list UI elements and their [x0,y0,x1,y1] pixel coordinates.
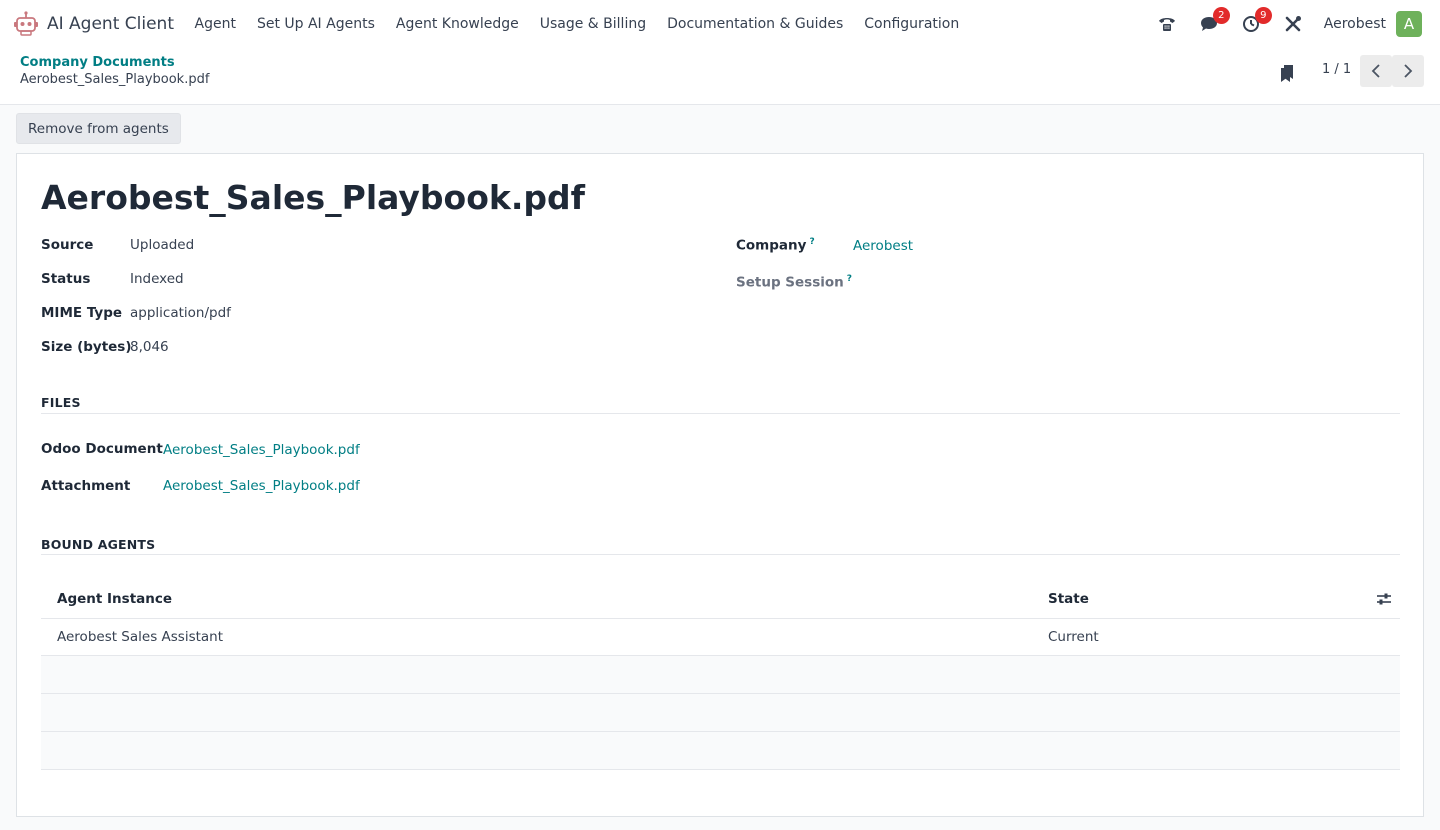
state-cell: Current [1048,629,1099,645]
pager-next-button[interactable] [1392,55,1424,87]
agent-instance-cell: Aerobest Sales Assistant [57,629,224,645]
odoo-document-label: Odoo Document [41,441,163,457]
bound-agents-section-title: BOUND AGENTS [41,537,156,552]
source-label: Source [41,237,94,253]
attachment-label: Attachment [41,478,131,494]
menu-item-documentation-guides[interactable]: Documentation & Guides [657,16,854,32]
top-navbar: AI Agent Client Agent Set Up AI Agents A… [0,0,1440,48]
pager-previous-button[interactable] [1360,55,1392,87]
record-title: Aerobest_Sales_Playbook.pdf [41,178,585,217]
column-header-agent-instance[interactable]: Agent Instance [57,591,172,607]
company-help-tooltip[interactable]: ? [809,237,814,247]
messages-count-badge: 2 [1212,7,1230,24]
size-bytes-label: Size (bytes) [41,339,132,355]
optional-columns-sliders-icon[interactable] [1376,591,1392,607]
bound-agents-list: Agent Instance State Aerobest Sales Assi… [41,578,1400,770]
menu-item-agent-knowledge[interactable]: Agent Knowledge [385,16,529,32]
breadcrumb-current: Aerobest_Sales_Playbook.pdf [20,72,210,87]
activity-clock-icon[interactable]: 9 [1240,7,1272,35]
debug-tools-icon[interactable] [1282,13,1304,35]
empty-row [41,732,1400,770]
files-section-title: FILES [41,395,81,410]
chevron-left-icon [1371,64,1380,78]
company-label: Company? [736,237,815,254]
column-header-state[interactable]: State [1048,591,1089,607]
control-panel: Company Documents Aerobest_Sales_Playboo… [0,48,1440,105]
menu-item-setup-ai-agents[interactable]: Set Up AI Agents [246,16,385,32]
company-switcher[interactable]: Aerobest [1324,16,1386,32]
list-header: Agent Instance State [41,578,1400,619]
form-sheet: Aerobest_Sales_Playbook.pdf Source Uploa… [16,153,1424,817]
files-separator: FILES [41,395,1400,414]
mime-type-label: MIME Type [41,305,123,321]
bound-agents-separator: BOUND AGENTS [41,537,1400,555]
chevron-right-icon [1404,64,1413,78]
setup-session-help-tooltip[interactable]: ? [847,274,852,284]
empty-row [41,656,1400,694]
status-label: Status [41,271,91,287]
menu-item-usage-billing[interactable]: Usage & Billing [529,16,656,32]
phone-icon[interactable] [1156,13,1178,35]
company-link[interactable]: Aerobest [853,238,913,254]
pager-value[interactable]: 1 / 1 [1322,62,1351,77]
remove-from-agents-button[interactable]: Remove from agents [16,113,181,144]
app-brand[interactable]: AI Agent Client [12,10,184,38]
status-value: Indexed [130,271,184,287]
setup-session-label: Setup Session? [736,274,852,291]
activities-count-badge: 9 [1254,7,1272,24]
app-name: AI Agent Client [47,14,174,34]
mime-type-value: application/pdf [130,305,231,321]
odoo-document-link[interactable]: Aerobest_Sales_Playbook.pdf [163,442,360,458]
setup-session-label-text: Setup Session [736,274,844,291]
source-value: Uploaded [130,237,195,253]
table-row[interactable]: Aerobest Sales Assistant Current [41,619,1400,656]
user-avatar[interactable]: A [1396,11,1422,37]
empty-row [41,694,1400,732]
main-menu: Agent Set Up AI Agents Agent Knowledge U… [184,16,970,32]
messages-icon[interactable]: 2 [1198,7,1230,35]
menu-item-configuration[interactable]: Configuration [854,16,970,32]
company-label-text: Company [736,237,807,254]
size-bytes-value: 8,046 [130,339,169,355]
attachment-link[interactable]: Aerobest_Sales_Playbook.pdf [163,478,360,494]
systray: 2 9 Aerobest A [1156,0,1422,48]
menu-item-agent[interactable]: Agent [184,16,246,32]
bookmark-icon[interactable] [1277,62,1297,84]
robot-logo-icon [14,11,38,36]
breadcrumb-parent-link[interactable]: Company Documents [20,55,175,70]
